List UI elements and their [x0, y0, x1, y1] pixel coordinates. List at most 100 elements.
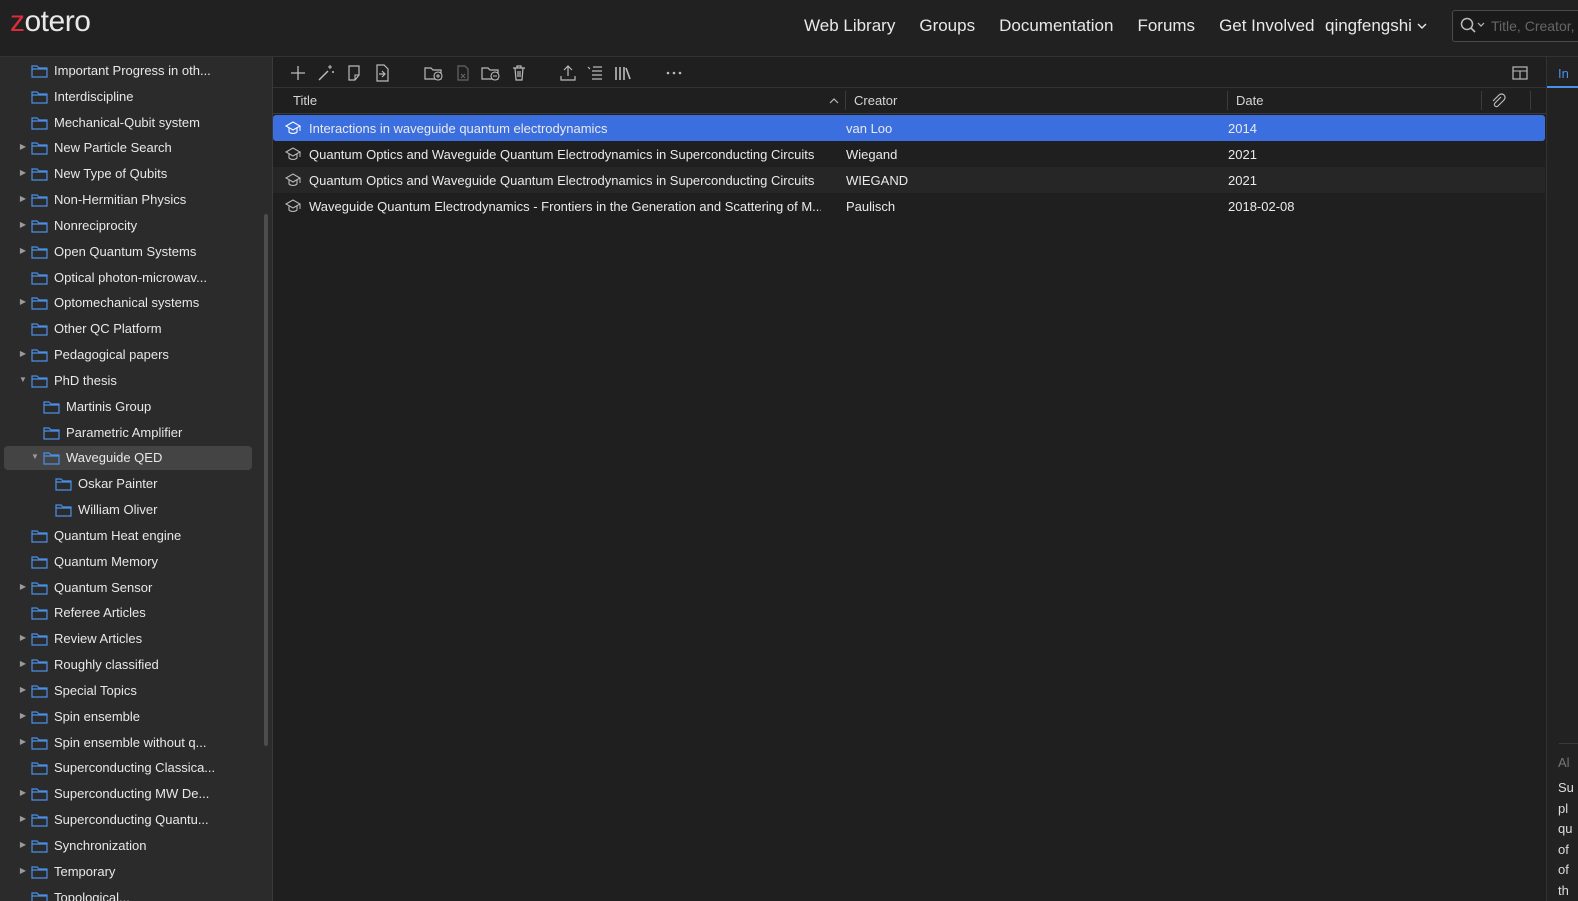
sidebar-collection[interactable]: Other QC Platform	[0, 317, 260, 341]
sort-ascending-icon[interactable]	[829, 97, 839, 104]
sidebar-collection[interactable]: Important Progress in oth...	[0, 59, 260, 83]
twisty-expanded-icon[interactable]: ▼	[30, 452, 40, 461]
nav-forums[interactable]: Forums	[1137, 16, 1195, 36]
sidebar-collection[interactable]: Interdiscipline	[0, 85, 260, 109]
sidebar-collection[interactable]: ▶ Pedagogical papers	[0, 343, 260, 367]
column-date[interactable]: Date	[1236, 93, 1263, 108]
sidebar-collection[interactable]: ▶ New Particle Search	[0, 136, 260, 160]
sidebar-collection[interactable]: ▶ Spin ensemble	[0, 705, 260, 729]
note-icon[interactable]	[345, 64, 363, 82]
folder-icon	[31, 168, 48, 181]
collection-label: Roughly classified	[54, 657, 159, 672]
twisty-collapsed-icon[interactable]: ▶	[18, 220, 28, 229]
twisty-collapsed-icon[interactable]: ▶	[18, 685, 28, 694]
table-row[interactable]: Interactions in waveguide quantum electr…	[273, 115, 1545, 141]
sidebar-collection[interactable]: William Oliver	[0, 498, 260, 522]
folder-icon	[31, 220, 48, 233]
table-row[interactable]: Waveguide Quantum Electrodynamics - Fron…	[273, 193, 1545, 219]
zotero-logo[interactable]: zotero	[10, 5, 91, 39]
nav-web-library[interactable]: Web Library	[804, 16, 895, 36]
nav-groups[interactable]: Groups	[919, 16, 975, 36]
nav-documentation[interactable]: Documentation	[999, 16, 1113, 36]
sidebar-collection[interactable]: ▶ Quantum Sensor	[0, 576, 260, 600]
twisty-collapsed-icon[interactable]: ▶	[18, 711, 28, 720]
sidebar-collection[interactable]: ▶ New Type of Qubits	[0, 162, 260, 186]
column-title[interactable]: Title	[293, 93, 317, 108]
sidebar-collection[interactable]: ▶ Temporary	[0, 860, 260, 884]
sidebar-collection[interactable]: ▶ Superconducting MW De...	[0, 782, 260, 806]
plus-icon[interactable]	[289, 64, 307, 82]
sidebar-collection[interactable]: Martinis Group	[0, 395, 260, 419]
sidebar-collection[interactable]: ▶ Spin ensemble without q...	[0, 731, 260, 755]
sidebar-collection[interactable]: ▶ Superconducting Quantu...	[0, 808, 260, 832]
abstract-section-label: Al	[1558, 755, 1570, 770]
column-separator[interactable]	[1481, 91, 1482, 110]
twisty-collapsed-icon[interactable]: ▶	[18, 168, 28, 177]
sidebar-collection[interactable]: ▶ Special Topics	[0, 679, 260, 703]
more-icon[interactable]	[665, 64, 683, 82]
twisty-expanded-icon[interactable]: ▼	[18, 375, 28, 384]
folder-icon	[31, 530, 48, 543]
new-subcollection-icon[interactable]	[424, 64, 444, 82]
sidebar-collection[interactable]: ▶ Non-Hermitian Physics	[0, 188, 260, 212]
sidebar-collection[interactable]: Mechanical-Qubit system	[0, 111, 260, 135]
sidebar-collection[interactable]: ▶ Roughly classified	[0, 653, 260, 677]
column-separator[interactable]	[1530, 91, 1531, 110]
sidebar-collection[interactable]: Quantum Memory	[0, 550, 260, 574]
sidebar-scrollbar[interactable]	[264, 214, 268, 746]
collection-label: Optomechanical systems	[54, 295, 200, 310]
twisty-collapsed-icon[interactable]: ▶	[18, 349, 28, 358]
sidebar-collection[interactable]: Quantum Heat engine	[0, 524, 260, 548]
sidebar-collection[interactable]: ▶ Open Quantum Systems	[0, 240, 260, 264]
twisty-collapsed-icon[interactable]: ▶	[18, 194, 28, 203]
search-input[interactable]	[1489, 16, 1578, 36]
twisty-collapsed-icon[interactable]: ▶	[18, 788, 28, 797]
folder-icon	[31, 582, 48, 595]
table-row[interactable]: Quantum Optics and Waveguide Quantum Ele…	[273, 141, 1545, 167]
sidebar-collection[interactable]: Referee Articles	[0, 601, 260, 625]
table-row[interactable]: Quantum Optics and Waveguide Quantum Ele…	[273, 167, 1545, 193]
cell-date: 2021	[1228, 147, 1257, 162]
twisty-collapsed-icon[interactable]: ▶	[18, 840, 28, 849]
user-menu[interactable]: qingfengshi	[1325, 16, 1427, 36]
cell-creator: Paulisch	[846, 199, 896, 214]
toggle-item-pane-icon[interactable]	[1511, 64, 1529, 82]
tab-info[interactable]: In	[1558, 66, 1569, 81]
move-to-trash-folder-icon[interactable]	[481, 64, 501, 82]
twisty-collapsed-icon[interactable]: ▶	[18, 297, 28, 306]
twisty-collapsed-icon[interactable]: ▶	[18, 142, 28, 151]
sidebar-collection[interactable]: Oskar Painter	[0, 472, 260, 496]
twisty-collapsed-icon[interactable]: ▶	[18, 737, 28, 746]
column-separator[interactable]	[845, 91, 846, 110]
twisty-collapsed-icon[interactable]: ▶	[18, 246, 28, 255]
nav-get-involved[interactable]: Get Involved	[1219, 16, 1314, 36]
twisty-collapsed-icon[interactable]: ▶	[18, 659, 28, 668]
paperclip-icon[interactable]	[1490, 93, 1506, 109]
sidebar-collection[interactable]: ▶ Nonreciprocity	[0, 214, 260, 238]
import-icon[interactable]	[373, 64, 391, 82]
sidebar-collection[interactable]: Optical photon-microwav...	[0, 266, 260, 290]
remove-from-collection-icon[interactable]	[454, 64, 472, 82]
sidebar-collection[interactable]: Superconducting Classica...	[0, 756, 260, 780]
twisty-collapsed-icon[interactable]: ▶	[18, 582, 28, 591]
trash-icon[interactable]	[510, 64, 528, 82]
cell-date: 2018-02-08	[1228, 199, 1295, 214]
bibliography-icon[interactable]	[614, 64, 632, 82]
citation-icon[interactable]	[586, 64, 604, 82]
twisty-collapsed-icon[interactable]: ▶	[18, 866, 28, 875]
export-icon[interactable]	[559, 64, 577, 82]
sidebar-collection[interactable]: ▼ PhD thesis	[0, 369, 260, 393]
sidebar-collection[interactable]: ▼ Waveguide QED	[4, 446, 252, 470]
sidebar-collection[interactable]: Topological...	[0, 886, 260, 901]
sidebar-collection[interactable]: ▶ Synchronization	[0, 834, 260, 858]
twisty-collapsed-icon[interactable]: ▶	[18, 633, 28, 642]
search-icon[interactable]	[1460, 17, 1486, 35]
column-creator[interactable]: Creator	[854, 93, 897, 108]
column-separator[interactable]	[1227, 91, 1228, 110]
sidebar-collection[interactable]: ▶ Optomechanical systems	[0, 291, 260, 315]
twisty-collapsed-icon[interactable]: ▶	[18, 814, 28, 823]
sidebar-collection[interactable]: Parametric Amplifier	[0, 421, 260, 445]
magic-wand-icon[interactable]	[317, 64, 335, 82]
folder-icon	[31, 814, 48, 827]
sidebar-collection[interactable]: ▶ Review Articles	[0, 627, 260, 651]
